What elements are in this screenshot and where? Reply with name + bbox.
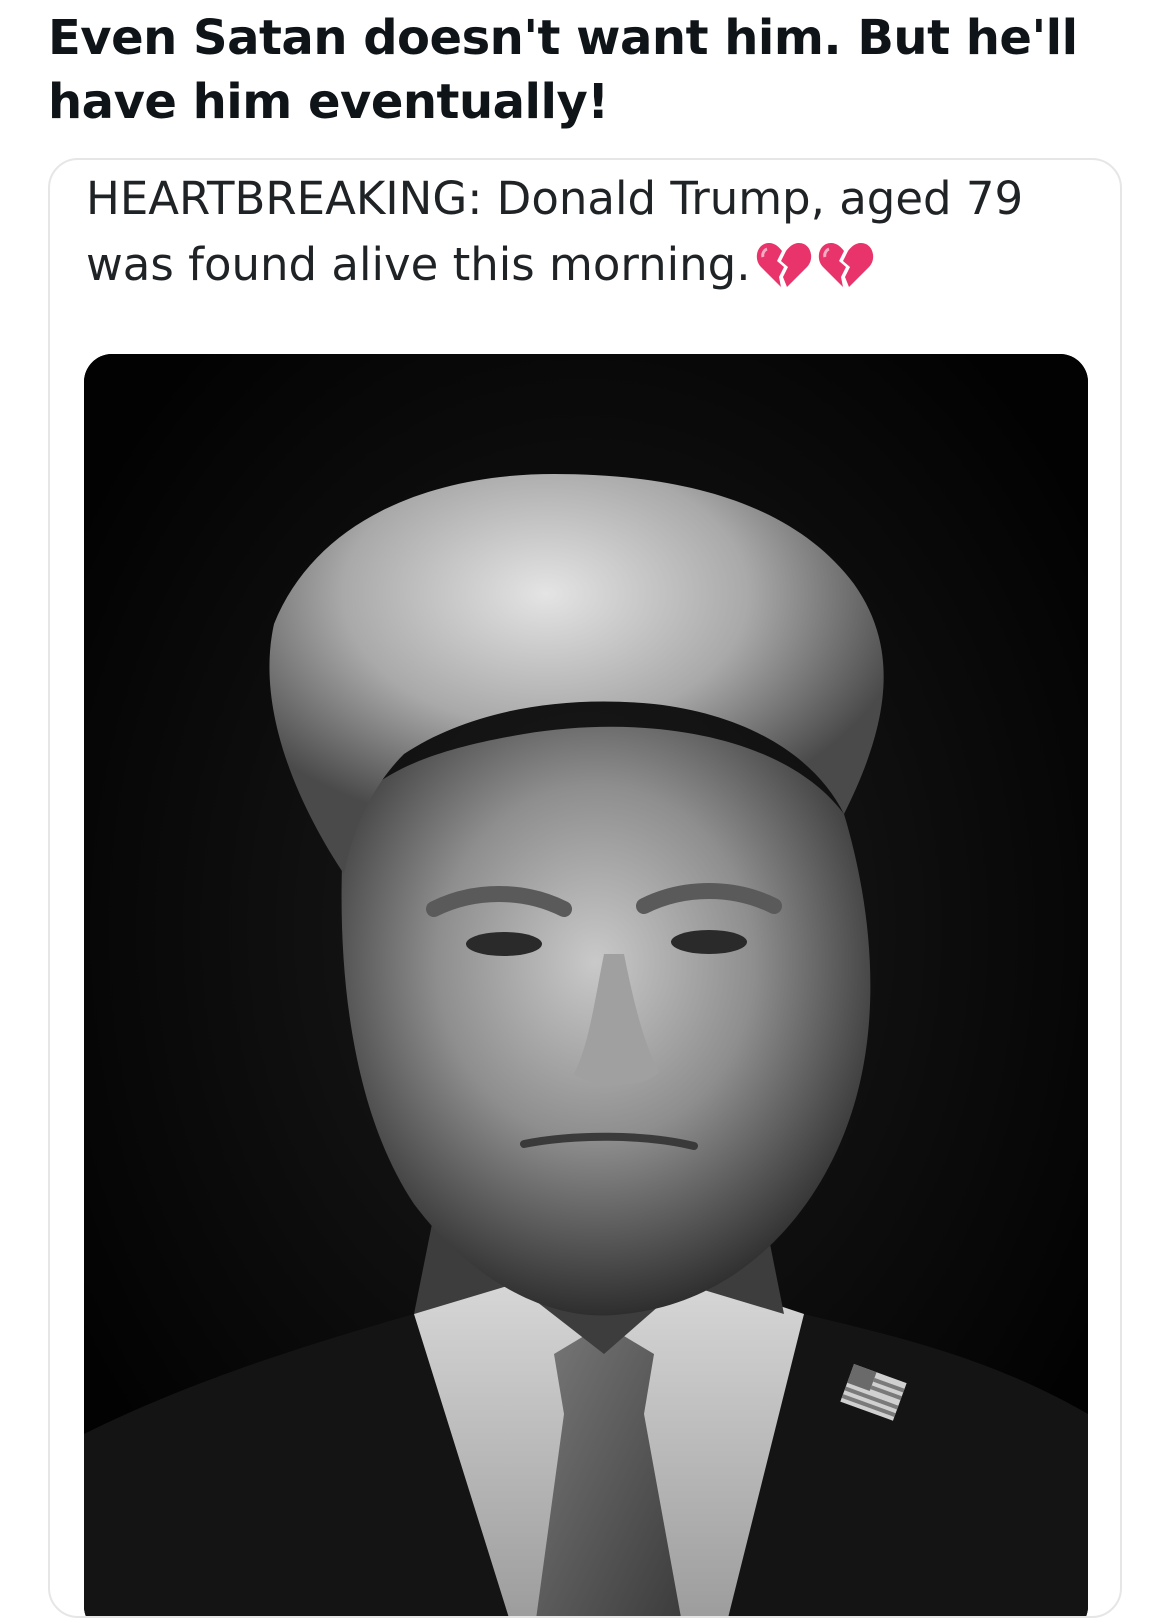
quoted-tweet-text: HEARTBREAKING: Donald Trump, aged 79 was…: [86, 166, 1096, 298]
post-caption: Even Satan doesn't want him. But he'll h…: [48, 10, 1078, 130]
broken-heart-icon: [817, 237, 875, 291]
quoted-tweet-card[interactable]: HEARTBREAKING: Donald Trump, aged 79 was…: [48, 158, 1122, 1618]
quoted-tweet-body: HEARTBREAKING: Donald Trump, aged 79 was…: [86, 172, 1024, 291]
portrait-photo[interactable]: [84, 354, 1088, 1616]
broken-heart-icon: [755, 237, 813, 291]
portrait-image: [84, 354, 1088, 1616]
